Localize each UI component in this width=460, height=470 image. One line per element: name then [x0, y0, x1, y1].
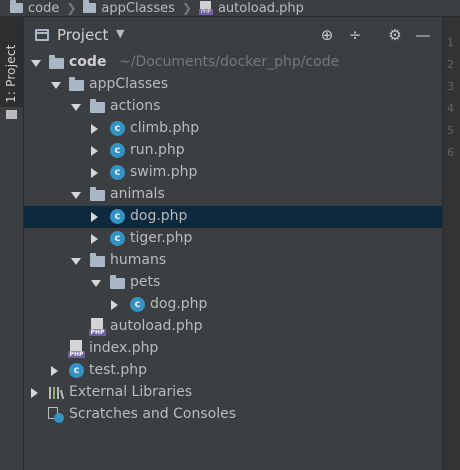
- locate-icon[interactable]: ⊕: [318, 26, 336, 44]
- class-icon: c: [110, 165, 125, 180]
- chevron-right-icon[interactable]: [91, 146, 98, 156]
- folder-icon: [49, 55, 64, 69]
- gear-icon[interactable]: ⚙: [386, 26, 404, 44]
- chevron-right-icon[interactable]: [111, 300, 118, 310]
- php-file-icon: PHP: [89, 318, 106, 336]
- folder-icon: [90, 187, 105, 201]
- tree-item-label: animals: [110, 186, 165, 202]
- chevron-right-icon[interactable]: [31, 388, 38, 398]
- tree-row-test[interactable]: c test.php: [24, 360, 442, 382]
- tree-item-label: dog.php: [130, 208, 188, 224]
- tree-item-label: Scratches and Consoles: [69, 406, 236, 422]
- tree-row-tiger[interactable]: c tiger.php: [24, 228, 442, 250]
- chevron-down-icon[interactable]: [91, 280, 101, 287]
- tree-row-external-libraries[interactable]: External Libraries: [24, 382, 442, 404]
- breadcrumb-item-appclasses[interactable]: appClasses: [83, 0, 175, 16]
- project-tree: code ~/Documents/docker_php/code appClas…: [24, 52, 442, 423]
- chevron-right-icon[interactable]: [91, 124, 98, 134]
- tree-row-scratches[interactable]: Scratches and Consoles: [24, 404, 442, 426]
- project-panel-header: Project ▼ ⊕ ÷ ⚙ —: [24, 18, 442, 52]
- tree-item-label: autoload.php: [110, 318, 203, 334]
- chevron-right-icon[interactable]: [91, 212, 98, 222]
- tree-row-appclasses[interactable]: appClasses: [24, 74, 442, 96]
- breadcrumb-separator-icon: ❯: [66, 1, 77, 15]
- tree-item-label: swim.php: [130, 164, 198, 180]
- tree-item-label: pets: [130, 274, 161, 290]
- tree-row-code[interactable]: code ~/Documents/docker_php/code: [24, 52, 442, 74]
- class-icon: c: [130, 297, 145, 312]
- tree-root-path: ~/Documents/docker_php/code: [119, 54, 340, 70]
- project-tool-tab[interactable]: 1: Project: [0, 17, 23, 119]
- project-view-selector[interactable]: Project: [57, 26, 108, 44]
- tree-root-label: code: [69, 54, 107, 70]
- tree-row-dog-selected[interactable]: c dog.php: [24, 206, 442, 228]
- hide-icon[interactable]: —: [414, 26, 432, 44]
- tree-item-label: actions: [110, 98, 161, 114]
- folder-icon: [83, 0, 97, 13]
- breadcrumb-label: appClasses: [101, 0, 175, 16]
- line-number: 4: [447, 102, 454, 115]
- chevron-right-icon[interactable]: [51, 366, 58, 376]
- chevron-down-icon[interactable]: [31, 60, 41, 67]
- breadcrumb-label: code: [28, 0, 60, 16]
- tree-row-actions[interactable]: actions: [24, 96, 442, 118]
- tree-item-label: External Libraries: [69, 384, 192, 400]
- scratches-icon: [48, 407, 65, 424]
- editor-gutter: 1 2 3 4 5 6: [443, 17, 460, 470]
- line-number: 5: [447, 124, 454, 137]
- tree-row-index[interactable]: PHP index.php: [24, 338, 442, 360]
- tree-row-climb[interactable]: c climb.php: [24, 118, 442, 140]
- tree-item-label: appClasses: [89, 76, 169, 92]
- tree-item-label: run.php: [130, 142, 185, 158]
- folder-icon: [6, 110, 17, 119]
- chevron-right-icon[interactable]: [91, 234, 98, 244]
- tree-item-label: index.php: [89, 340, 159, 356]
- library-icon: [49, 386, 65, 400]
- chevron-down-icon[interactable]: [51, 82, 61, 89]
- tree-item-label: test.php: [89, 362, 147, 378]
- chevron-right-icon[interactable]: [91, 168, 98, 178]
- breadcrumb-separator-icon: ❯: [181, 1, 192, 15]
- folder-icon: [10, 0, 23, 13]
- folder-icon: [110, 275, 125, 289]
- breadcrumb-label: autoload.php: [217, 0, 304, 16]
- folder-icon: [90, 99, 105, 113]
- breadcrumb: code ❯ appClasses ❯ PHP autoload.php: [0, 0, 460, 17]
- project-tool-tab-label: 1: Project: [4, 44, 18, 103]
- folder-icon: [69, 77, 84, 91]
- php-file-icon: PHP: [198, 1, 213, 15]
- tree-item-label: tiger.php: [130, 230, 193, 246]
- tree-row-run[interactable]: c run.php: [24, 140, 442, 162]
- breadcrumb-item-autoload[interactable]: PHP autoload.php: [198, 0, 304, 16]
- chevron-down-icon[interactable]: ▼: [116, 27, 124, 40]
- line-number: 2: [447, 58, 454, 71]
- tree-row-swim[interactable]: c swim.php: [24, 162, 442, 184]
- class-icon: c: [110, 231, 125, 246]
- class-icon: c: [69, 363, 84, 378]
- line-number: 3: [447, 80, 454, 93]
- breadcrumb-item-code[interactable]: code: [10, 0, 60, 16]
- class-icon: c: [110, 121, 125, 136]
- chevron-down-icon[interactable]: [71, 258, 81, 265]
- class-icon: c: [110, 209, 125, 224]
- php-file-icon: PHP: [68, 340, 85, 358]
- tree-row-animals[interactable]: animals: [24, 184, 442, 206]
- tree-item-label: climb.php: [130, 120, 200, 136]
- tree-row-autoload[interactable]: PHP autoload.php: [24, 316, 442, 338]
- class-icon: c: [110, 143, 125, 158]
- line-number: 1: [447, 36, 454, 49]
- tree-row-humans[interactable]: humans: [24, 250, 442, 272]
- collapse-all-icon[interactable]: ÷: [346, 26, 364, 44]
- project-view-icon: [35, 29, 49, 41]
- tree-row-pets[interactable]: pets: [24, 272, 442, 294]
- chevron-down-icon[interactable]: [71, 104, 81, 111]
- folder-icon: [90, 253, 105, 267]
- chevron-down-icon[interactable]: [71, 192, 81, 199]
- tree-item-label: humans: [110, 252, 167, 268]
- tree-item-label: dog.php: [150, 296, 208, 312]
- line-number: 6: [447, 146, 454, 159]
- tree-row-pets-dog[interactable]: c dog.php: [24, 294, 442, 316]
